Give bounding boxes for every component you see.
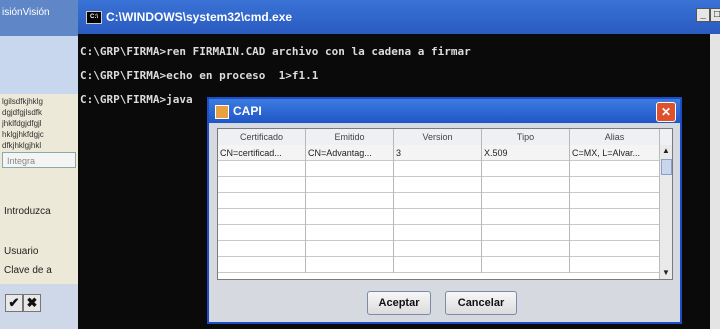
certificate-table: Certificado Emitido Version Tipo Alias C…	[217, 128, 673, 280]
dialog-title-bar[interactable]: CAPI ✕	[209, 99, 680, 123]
table-cell	[394, 177, 482, 193]
table-row[interactable]	[218, 161, 660, 177]
intro-label: Introduzca	[4, 206, 51, 217]
table-cell	[570, 193, 660, 209]
table-cell	[218, 241, 306, 257]
table-row[interactable]	[218, 257, 660, 273]
cmd-line: C:\GRP\FIRMA>ren FIRMAIN.CAD archivo con…	[80, 45, 471, 58]
table-cell	[306, 209, 394, 225]
table-cell	[482, 241, 570, 257]
cell-alias: C=MX, L=Alvar...	[570, 145, 660, 161]
table-cell	[306, 161, 394, 177]
capi-dialog: CAPI ✕ Certificado Emitido Version Tipo …	[207, 97, 682, 324]
table-row[interactable]	[218, 193, 660, 209]
table-cell	[570, 177, 660, 193]
table-cell	[394, 209, 482, 225]
ok-check-button[interactable]: ✔	[5, 294, 23, 312]
integrate-button[interactable]: Integra	[2, 152, 76, 168]
table-cell	[482, 209, 570, 225]
table-cell	[394, 193, 482, 209]
table-cell	[570, 161, 660, 177]
accept-button[interactable]: Aceptar	[367, 291, 431, 315]
table-header: Certificado Emitido Version Tipo Alias	[218, 129, 672, 146]
java-icon	[215, 105, 229, 119]
table-cell	[482, 177, 570, 193]
column-header-tipo[interactable]: Tipo	[482, 129, 570, 145]
table-cell	[306, 241, 394, 257]
table-cell	[394, 257, 482, 273]
table-cell	[570, 209, 660, 225]
cmd-line: C:\GRP\FIRMA>echo en proceso 1>f1.1	[80, 69, 319, 82]
table-row[interactable]: CN=certificad... CN=Advantag... 3 X.509 …	[218, 145, 660, 161]
cell-version: 3	[394, 145, 482, 161]
table-cell	[218, 257, 306, 273]
cell-tipo: X.509	[482, 145, 570, 161]
cmd-scrollbar[interactable]	[710, 34, 720, 329]
table-cell	[482, 225, 570, 241]
table-cell	[218, 177, 306, 193]
cell-emitido: CN=Advantag...	[306, 145, 394, 161]
column-header-certificado[interactable]: Certificado	[218, 129, 306, 145]
cell-certificado: CN=certificad...	[218, 145, 306, 161]
table-cell	[482, 257, 570, 273]
table-scrollbar[interactable]: ▲ ▼	[659, 145, 672, 279]
table-cell	[570, 257, 660, 273]
maximize-button[interactable]: □	[710, 8, 720, 22]
table-cell	[394, 161, 482, 177]
cancel-button[interactable]: Cancelar	[445, 291, 517, 315]
table-row[interactable]	[218, 209, 660, 225]
table-cell	[482, 193, 570, 209]
table-cell	[394, 225, 482, 241]
background-line: jhklfdgjdfgjl	[2, 119, 42, 128]
background-line: hklgjhkfdgjc	[2, 130, 44, 139]
table-cell	[218, 193, 306, 209]
background-line: dgjdfgjlsdfk	[2, 108, 43, 117]
background-app-title: isiónVisión	[0, 0, 78, 36]
table-row[interactable]	[218, 177, 660, 193]
table-cell	[218, 209, 306, 225]
table-row[interactable]	[218, 225, 660, 241]
column-header-alias[interactable]: Alias	[570, 129, 660, 145]
table-cell	[482, 161, 570, 177]
scroll-up-icon[interactable]: ▲	[660, 145, 672, 157]
background-line: dfkjhklgjhkl	[2, 141, 42, 150]
minimize-button[interactable]: _	[696, 8, 710, 22]
table-cell	[306, 257, 394, 273]
cancel-x-button[interactable]: ✖	[23, 294, 41, 312]
table-cell	[306, 225, 394, 241]
scroll-thumb[interactable]	[661, 159, 672, 175]
table-cell	[306, 193, 394, 209]
background-line: lgilsdfkjhklg	[2, 97, 43, 106]
table-row[interactable]	[218, 241, 660, 257]
column-header-version[interactable]: Version	[394, 129, 482, 145]
cmd-title-text: C:\WINDOWS\system32\cmd.exe	[106, 10, 293, 24]
cmd-title-bar[interactable]: C:\ C:\WINDOWS\system32\cmd.exe _ □	[78, 0, 720, 34]
background-button-bar: ✔ ✖	[0, 284, 78, 329]
table-cell	[218, 225, 306, 241]
clave-label: Clave de a	[4, 265, 52, 276]
background-app-banner	[0, 36, 78, 94]
scroll-down-icon[interactable]: ▼	[660, 267, 672, 279]
close-icon[interactable]: ✕	[656, 102, 676, 122]
dialog-title: CAPI	[233, 104, 262, 118]
table-cell	[306, 177, 394, 193]
table-cell	[570, 225, 660, 241]
cmd-app-icon: C:\	[86, 11, 102, 24]
table-cell	[218, 161, 306, 177]
table-cell	[394, 241, 482, 257]
usuario-label: Usuario	[4, 246, 39, 257]
background-app-window: isiónVisión lgilsdfkjhklg dgjdfgjlsdfk j…	[0, 0, 78, 329]
column-header-emitido[interactable]: Emitido	[306, 129, 394, 145]
table-cell	[570, 241, 660, 257]
background-app-text: lgilsdfkjhklg dgjdfgjlsdfk jhklfdgjdfgjl…	[0, 96, 78, 151]
